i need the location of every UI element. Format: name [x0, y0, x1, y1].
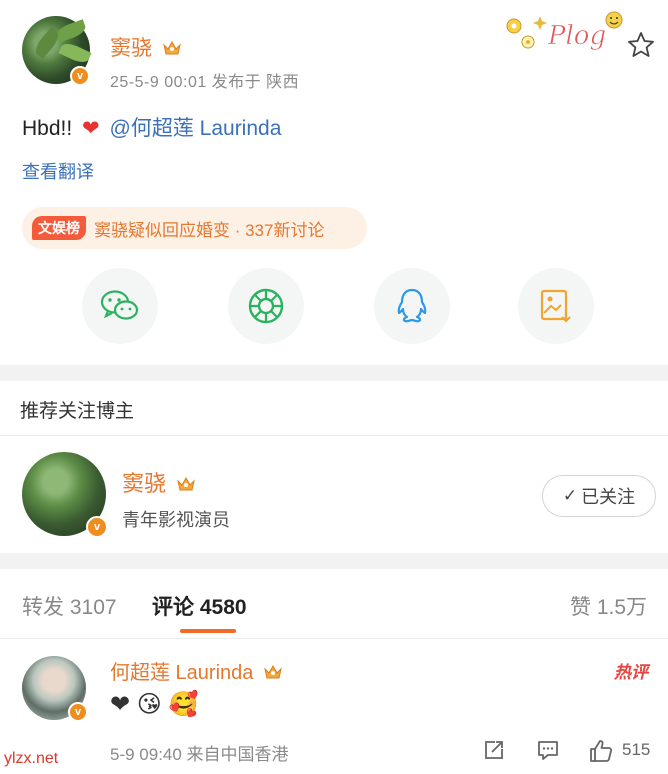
recommend-name[interactable]: 窦骁	[122, 466, 196, 498]
post-meta: 25-5-9 00:01 发布于 陕西	[110, 74, 300, 91]
tab-likes[interactable]: 赞 1.5万	[570, 591, 647, 621]
save-image-icon	[540, 289, 571, 323]
hot-topic-tag: 文娱榜	[32, 216, 86, 240]
share-row	[0, 268, 668, 348]
follow-label: 已关注	[581, 487, 636, 507]
recommend-title: 推荐关注博主	[20, 401, 135, 422]
reply-comment-icon[interactable]	[536, 738, 560, 762]
author-avatar[interactable]: v	[22, 16, 92, 86]
post-text: Hbd!!	[22, 117, 73, 140]
interaction-tabs: 转发 3107 评论 4580 赞 1.5万	[0, 569, 668, 637]
like-thumb-icon[interactable]	[588, 738, 614, 764]
verified-badge-icon: v	[70, 66, 90, 86]
tab-repost[interactable]: 转发 3107	[22, 591, 117, 621]
recommend-description: 青年影视演员	[122, 510, 230, 530]
active-tab-indicator	[180, 629, 236, 633]
post-content: Hbd!! ❤ @何超莲 Laurinda	[22, 112, 281, 142]
commenter-name-text[interactable]: 何超莲 Laurinda	[110, 662, 253, 684]
hot-comment-badge: 热评	[614, 663, 648, 682]
favorite-star-icon[interactable]	[626, 30, 656, 60]
share-moments-button[interactable]	[228, 268, 304, 344]
plog-sticker-icon: Plog	[506, 11, 623, 51]
author-name-text[interactable]: 窦骁	[110, 37, 152, 60]
divider	[0, 638, 668, 639]
crown-icon	[177, 476, 196, 491]
crown-icon	[264, 664, 282, 679]
commenter-avatar[interactable]: v	[22, 656, 88, 722]
followed-button[interactable]: ✓ 已关注	[542, 475, 656, 517]
verified-badge-icon: v	[68, 702, 88, 722]
share-qq-button[interactable]	[374, 268, 450, 344]
moments-icon	[248, 288, 284, 324]
hot-topic-banner[interactable]: 文娱榜 窦骁疑似回应婚变 · 337新讨论	[22, 207, 367, 249]
watermark-text: ylzx.net	[4, 750, 59, 767]
qq-icon	[397, 288, 427, 323]
checkmark-icon: ✓	[562, 486, 578, 505]
wechat-icon	[100, 290, 139, 320]
hot-topic-text: 窦骁疑似回应婚变 · 337新讨论	[94, 220, 325, 240]
recommend-avatar[interactable]: v	[22, 452, 108, 538]
divider	[0, 435, 668, 436]
commenter-name[interactable]: 何超莲 Laurinda	[110, 656, 283, 685]
weibo-post: v 窦骁 25-5-9 00:01 发布于 陕西 Plog Hbd!! ❤ @何…	[0, 0, 668, 365]
section-gap	[0, 553, 668, 569]
crown-icon	[162, 40, 181, 55]
heart-emoji: ❤	[82, 117, 100, 140]
author-name[interactable]: 窦骁	[110, 32, 182, 62]
share-comment-icon[interactable]	[482, 738, 506, 762]
plog-sticker-text: Plog	[547, 21, 606, 51]
translate-link[interactable]: 查看翻译	[22, 158, 94, 184]
section-gap	[0, 365, 668, 381]
share-wechat-button[interactable]	[82, 268, 158, 344]
mention-link[interactable]: @何超莲 Laurinda	[110, 117, 282, 140]
comment-meta: 5-9 09:40 来自中国香港	[110, 745, 289, 764]
verified-badge-icon: v	[86, 516, 108, 538]
save-image-button[interactable]	[518, 268, 594, 344]
comment-like-count: 515	[622, 740, 651, 759]
recommend-name-text[interactable]: 窦骁	[122, 471, 166, 496]
comment-body: ❤ 😘 🥰	[110, 691, 199, 718]
tab-comments[interactable]: 评论 4580	[152, 591, 247, 621]
